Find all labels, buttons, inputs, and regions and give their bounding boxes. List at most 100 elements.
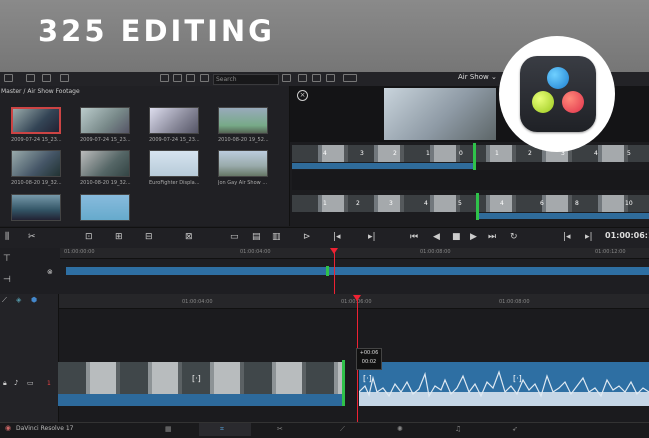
ruler-label: 01:00:04:00 — [182, 299, 213, 305]
bin-dropdown[interactable]: Air Show ⌄ — [458, 73, 497, 81]
timeline-viewer-icon[interactable] — [326, 74, 335, 82]
cut-page-icon[interactable]: ✂ — [277, 425, 283, 433]
strip-number: 1 — [323, 200, 327, 207]
skip-end-icon[interactable]: ⏭ — [488, 232, 496, 242]
search-input[interactable]: Search — [213, 74, 279, 85]
stop-icon[interactable]: ■ — [452, 232, 461, 242]
edit-point-marker — [473, 143, 476, 170]
next-frame-icon[interactable]: ▸| — [585, 232, 593, 242]
search-icon[interactable] — [200, 74, 209, 82]
loop-icon[interactable]: ↻ — [510, 232, 518, 242]
ruler-label: 01:00:12:00 — [595, 249, 626, 255]
snapping-icon[interactable]: ◈ — [16, 296, 21, 304]
upper-ruler[interactable] — [60, 248, 649, 259]
clip-thumbnail[interactable] — [80, 150, 130, 177]
strip-number: 8 — [575, 200, 579, 207]
rewind-icon[interactable]: ◀ — [433, 232, 440, 242]
lock-icon[interactable]: 🔒︎ — [3, 379, 7, 388]
play-around-icon[interactable]: ⊳ — [303, 232, 311, 242]
play-icon[interactable]: ▶ — [470, 232, 477, 242]
skip-start-icon[interactable]: ⏮ — [410, 232, 418, 242]
transition-icon: [·] — [192, 374, 201, 383]
track-tool-icon[interactable]: ⊤ — [3, 254, 11, 264]
upper-timeline-clip[interactable] — [66, 267, 649, 275]
trim-tooltip: +00:06 00:02 — [356, 348, 382, 370]
prev-frame-icon[interactable]: |◂ — [563, 232, 571, 242]
fairlight-page-icon[interactable]: ♫ — [455, 425, 461, 433]
banner-word: EDITING — [120, 14, 275, 48]
clip-thumbnail[interactable] — [80, 107, 130, 134]
smart-insert-icon[interactable]: ⊡ — [85, 232, 93, 242]
track-header-column — [0, 294, 59, 422]
audio-transition-icon: [·] — [513, 374, 522, 383]
timeline-options-icon[interactable]: ⫼ — [5, 232, 9, 242]
viewer-mode-icon[interactable] — [298, 74, 307, 82]
close-icon[interactable]: × — [297, 90, 308, 101]
clip-thumbnail[interactable] — [80, 194, 130, 221]
edit-page-icon[interactable]: ⌗ — [220, 425, 224, 434]
edit-page-tab[interactable] — [199, 423, 251, 436]
place-on-top-icon[interactable]: ▭ — [230, 232, 239, 242]
clip-thumbnail[interactable] — [149, 150, 199, 177]
clip-label: 2010-08-20 19_32... — [80, 180, 131, 186]
source-tape-audio-bottom — [477, 213, 649, 219]
audio-track-tool-icon[interactable]: ⊣ — [3, 275, 11, 285]
upper-playhead-handle[interactable] — [330, 248, 338, 254]
new-bin-icon[interactable] — [42, 74, 51, 82]
ruler-label: 01:00:04:00 — [240, 249, 271, 255]
clip-thumbnail[interactable] — [218, 107, 268, 134]
speaker-icon[interactable]: ♪ — [14, 379, 18, 387]
import-icon[interactable] — [26, 74, 35, 82]
strip-gap — [292, 170, 649, 190]
banner-number: 325 — [38, 14, 108, 48]
blade-tool-icon[interactable]: ✂ — [28, 232, 36, 242]
timeline-video-audio-clip[interactable] — [58, 394, 342, 406]
fusion-page-icon[interactable]: ⟋ — [340, 425, 345, 434]
ripple-overwrite-icon[interactable]: ⊟ — [145, 232, 153, 242]
sort-icon[interactable] — [186, 74, 195, 82]
clip-thumbnail[interactable] — [11, 150, 61, 177]
monitor-icon[interactable]: ▭ — [27, 379, 34, 387]
clip-label: 2009-07-24 15_23... — [149, 137, 200, 143]
deliver-page-icon[interactable]: ➶ — [512, 425, 518, 433]
clip-thumbnail[interactable] — [218, 150, 268, 177]
close-up-icon[interactable]: ⊠ — [185, 232, 193, 242]
source-tape-video-bottom[interactable] — [292, 195, 649, 212]
clip-label: 2009-07-24 15_23... — [11, 137, 62, 143]
viewer-size-icon[interactable] — [343, 74, 357, 82]
flag-icon[interactable]: ⬢ — [31, 296, 37, 304]
ruler-label: 01:00:00:00 — [64, 249, 95, 255]
strip-number: 4 — [500, 200, 504, 207]
lower-playhead-handle[interactable] — [353, 295, 361, 301]
sort-order-icon[interactable] — [282, 74, 291, 82]
sync-clip-icon[interactable]: ▥ — [272, 232, 281, 242]
breadcrumb: Master / Air Show Footage — [1, 88, 80, 95]
link-icon[interactable]: ⟋ — [2, 296, 7, 305]
clip-label: 2009-07-24 15_23... — [80, 137, 131, 143]
append-icon[interactable]: ⊞ — [115, 232, 123, 242]
viewer-frame — [384, 88, 496, 140]
edit-point-marker — [342, 360, 345, 406]
clip-thumbnail[interactable] — [11, 107, 61, 134]
source-overwrite-icon[interactable]: ▤ — [252, 232, 261, 242]
audio-edit-icon: [·] — [363, 374, 372, 383]
strip-number: 1 — [426, 150, 430, 157]
sync-icon[interactable] — [60, 74, 69, 82]
thumbnail-view-icon[interactable] — [173, 74, 182, 82]
davinci-mini-icon: ◉ — [5, 424, 12, 432]
clip-thumbnail[interactable] — [11, 194, 61, 221]
media-pool-toggle-icon[interactable] — [4, 74, 13, 82]
clip-thumbnail[interactable] — [149, 107, 199, 134]
list-view-icon[interactable] — [160, 74, 169, 82]
previous-edit-icon[interactable]: |◂ — [333, 232, 341, 242]
upper-playhead[interactable] — [334, 252, 335, 294]
strip-number: 3 — [360, 150, 364, 157]
color-page-icon[interactable]: ✺ — [397, 425, 403, 433]
media-page-icon[interactable]: ▦ — [165, 425, 172, 433]
strip-number: 3 — [389, 200, 393, 207]
source-viewer-icon[interactable] — [312, 74, 321, 82]
logo-green-dot — [532, 91, 554, 113]
next-edit-icon[interactable]: ▸| — [368, 232, 376, 242]
zoom-icon[interactable]: ⊗ — [47, 268, 53, 276]
logo-red-dot — [562, 91, 584, 113]
